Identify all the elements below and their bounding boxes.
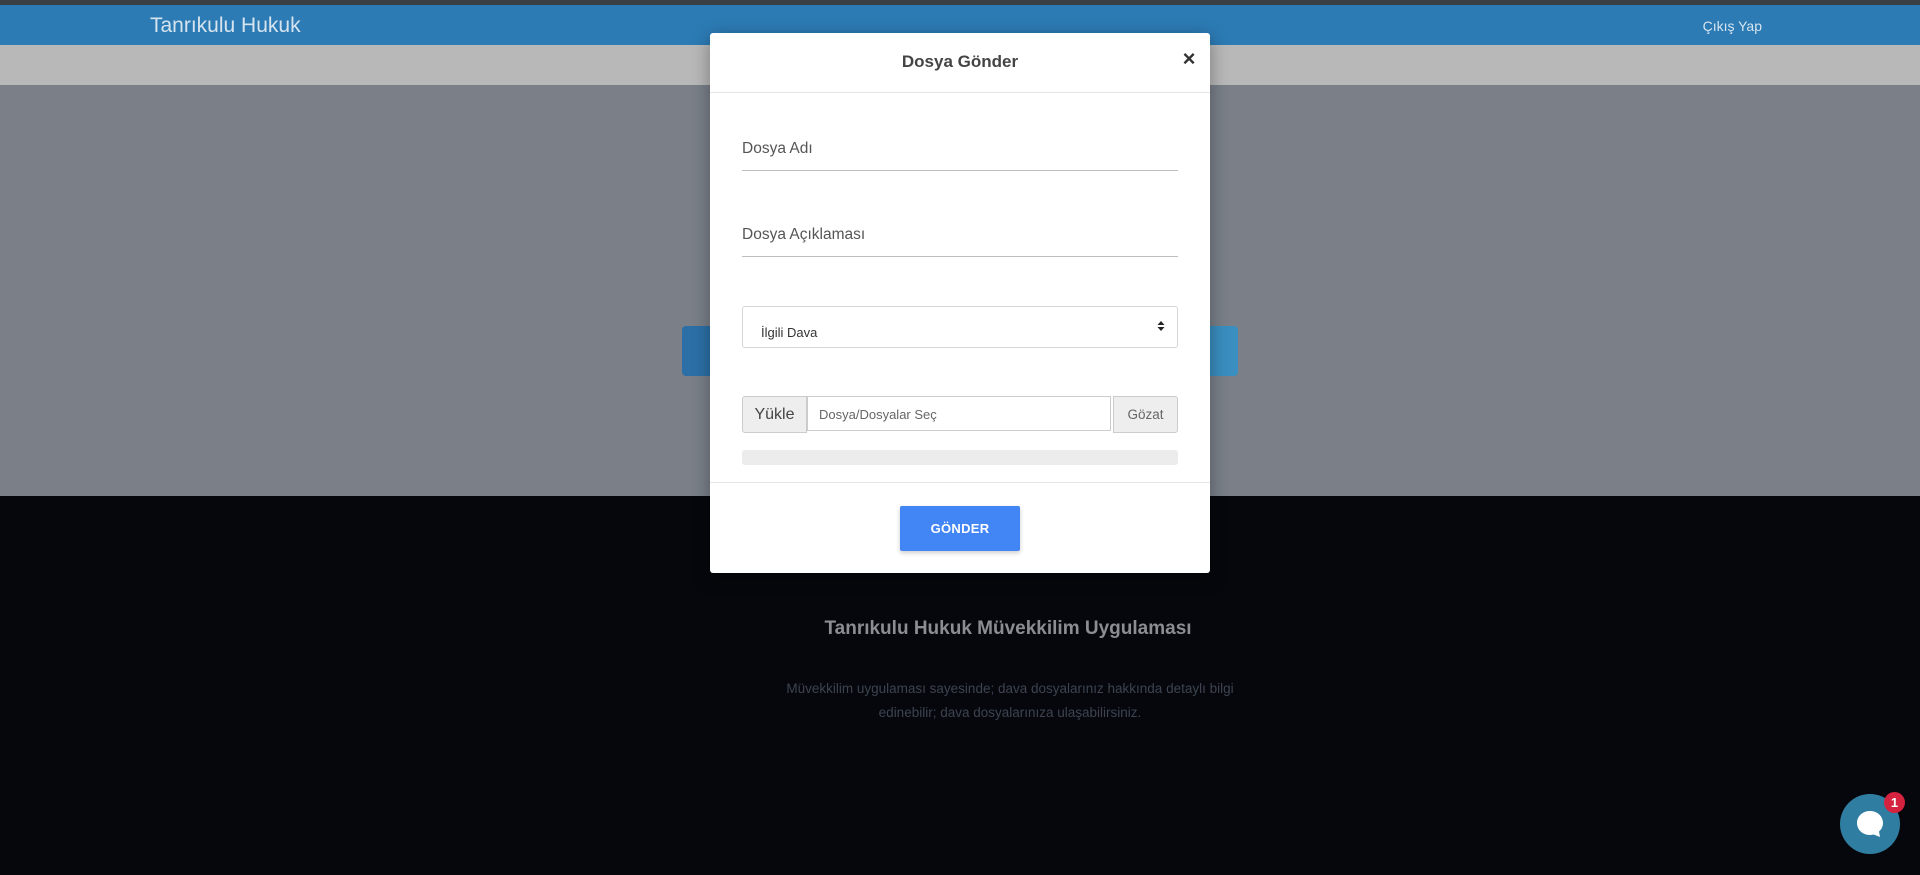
sort-arrows-icon bbox=[1157, 321, 1165, 331]
footer-description: Müvekkilim uygulaması sayesinde; dava do… bbox=[786, 681, 1234, 720]
logout-link[interactable]: Çıkış Yap bbox=[1703, 18, 1762, 34]
file-name-underline bbox=[742, 170, 1178, 171]
modal-title: Dosya Gönder bbox=[901, 52, 1019, 71]
file-description-field[interactable]: Dosya Açıklaması bbox=[742, 226, 865, 244]
browse-button[interactable]: Gözat bbox=[1113, 396, 1178, 433]
modal-header: Dosya Gönder × bbox=[710, 33, 1210, 93]
file-description-underline bbox=[742, 256, 1178, 257]
related-case-selected-value: İlgili Dava bbox=[761, 325, 818, 340]
file-select-input[interactable]: Dosya/Dosyalar Seç bbox=[807, 396, 1111, 431]
upload-addon-label: Yükle bbox=[742, 396, 807, 433]
related-case-select[interactable]: İlgili Dava bbox=[742, 306, 1178, 348]
file-select-placeholder: Dosya/Dosyalar Seç bbox=[819, 407, 937, 422]
brand-logo-text[interactable]: Tanrıkulu Hukuk bbox=[150, 14, 301, 38]
upload-progress-bar bbox=[742, 450, 1178, 465]
close-icon[interactable]: × bbox=[1178, 47, 1200, 71]
send-file-modal: Dosya Gönder × Dosya Adı Dosya Açıklamas… bbox=[710, 33, 1210, 573]
send-button[interactable]: GÖNDER bbox=[900, 506, 1020, 551]
file-name-field[interactable]: Dosya Adı bbox=[742, 140, 813, 158]
chat-notification-badge: 1 bbox=[1884, 792, 1905, 813]
footer-title: Tanrıkulu Hukuk Müvekkilim Uygulaması bbox=[824, 618, 1192, 639]
chat-bubble-icon bbox=[1857, 811, 1883, 837]
modal-footer-divider bbox=[710, 482, 1210, 483]
